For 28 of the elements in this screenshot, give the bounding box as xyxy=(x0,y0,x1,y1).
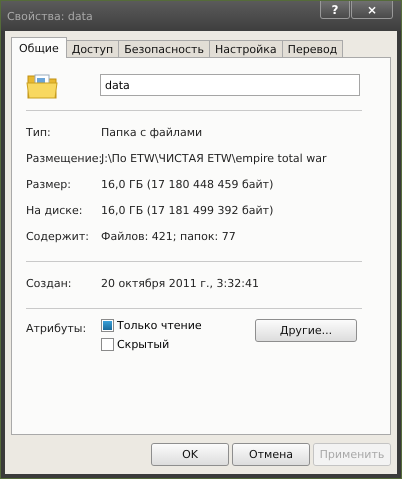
checkbox[interactable] xyxy=(101,319,114,332)
dialog-button[interactable]: OK xyxy=(151,443,229,466)
property-value: 16,0 ГБ (17 181 499 392 байт) xyxy=(101,204,274,216)
property-value: Файлов: 421; папок: 77 xyxy=(101,230,236,242)
tab[interactable]: Перевод xyxy=(282,40,344,58)
property-value: 20 октября 2011 г., 3:32:41 xyxy=(101,276,259,290)
help-button[interactable]: ? xyxy=(320,1,350,19)
other-button[interactable]: Другие... xyxy=(255,319,357,342)
property-label: Содержит: xyxy=(26,230,90,242)
property-label: Создан: xyxy=(26,276,73,290)
attributes-label: Атрибуты: xyxy=(26,322,88,335)
property-value: J:\По ETW\ЧИСТАЯ ETW\empire total war xyxy=(101,152,326,164)
tab[interactable]: Общие xyxy=(11,37,67,58)
checkbox[interactable] xyxy=(101,338,114,351)
window-title: Свойства: data xyxy=(7,10,93,23)
name-field[interactable]: data xyxy=(100,74,360,96)
checkbox-label: Скрытый xyxy=(117,338,170,351)
property-label: Размер: xyxy=(26,178,72,190)
checkbox-label: Только чтение xyxy=(117,319,202,332)
property-label: Размещение: xyxy=(26,152,101,164)
property-value: 16,0 ГБ (17 180 448 459 байт) xyxy=(101,178,274,190)
tab[interactable]: Безопасность xyxy=(118,40,210,58)
property-value: Папка с файлами xyxy=(101,126,202,138)
tab[interactable]: Настройка xyxy=(208,40,283,58)
property-label: На диске: xyxy=(26,204,84,216)
property-label: Тип: xyxy=(26,126,52,138)
close-button[interactable]: × xyxy=(351,1,393,19)
dialog-button[interactable]: Отмена xyxy=(232,443,310,466)
